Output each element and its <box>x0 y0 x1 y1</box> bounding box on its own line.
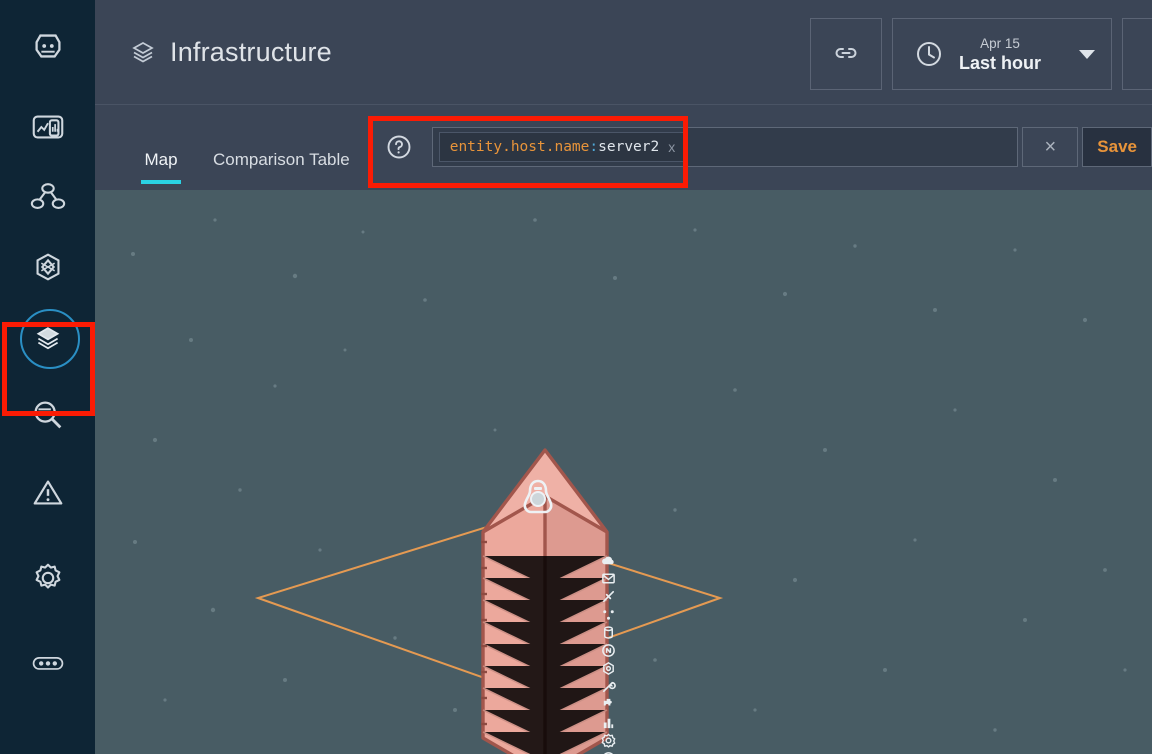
page-title-group: Infrastructure <box>130 37 332 68</box>
gear-cog-icon <box>601 733 616 748</box>
chart-icon <box>601 715 616 730</box>
question-circle-icon[interactable] <box>386 134 412 160</box>
query-input[interactable]: entity.host.name:server2 x <box>431 127 1019 167</box>
chevron-down-icon <box>1079 49 1095 59</box>
hexagon-burst-icon <box>29 248 67 286</box>
cloud-icon <box>601 553 616 568</box>
sidebar-item-assistant[interactable] <box>0 0 95 92</box>
tab-inactive-underline <box>261 180 301 184</box>
sidebar-item-search[interactable] <box>0 372 95 458</box>
clear-query-button[interactable]: × <box>1022 127 1079 167</box>
magnifier-icon <box>29 396 67 434</box>
warning-triangle-icon <box>29 474 67 512</box>
sidebar-item-more[interactable] <box>0 628 95 698</box>
primary-sidebar <box>0 0 95 754</box>
container-icon <box>601 661 616 676</box>
app-root: Infrastructure Apr 15 Last hour Map Comp… <box>0 0 1152 754</box>
dashboard-icon <box>29 108 67 146</box>
sidebar-item-services[interactable] <box>0 232 95 302</box>
sidebar-item-infrastructure[interactable] <box>0 302 95 372</box>
more-dots-icon <box>31 654 65 672</box>
puzzle-icon <box>601 697 616 712</box>
tab-map-label: Map <box>144 150 178 169</box>
query-chip-remove-icon[interactable]: x <box>668 140 675 154</box>
tab-map[interactable]: Map <box>125 104 197 190</box>
link-chain-icon <box>833 40 859 69</box>
query-chip-text: entity.host.name:server2 <box>450 139 660 155</box>
tool-icon <box>601 679 616 694</box>
time-range-text: Apr 15 Last hour <box>959 35 1041 74</box>
tab-active-underline <box>141 180 181 184</box>
header-overflow-edge <box>1122 18 1152 90</box>
gear-icon <box>29 559 67 597</box>
query-chip[interactable]: entity.host.name:server2 x <box>438 132 685 162</box>
service-icon-column <box>598 553 618 754</box>
save-button[interactable]: Save <box>1082 127 1152 167</box>
time-range-value: Last hour <box>958 52 1041 73</box>
sidebar-item-settings[interactable] <box>0 528 95 628</box>
time-range-date: Apr 15 <box>980 35 1020 51</box>
background-dots <box>131 218 1127 732</box>
database-icon <box>601 625 616 640</box>
view-tabs: Map Comparison Table <box>95 104 366 190</box>
page-header: Infrastructure Apr 15 Last hour <box>95 0 1152 104</box>
query-bar: entity.host.name:server2 x × Save <box>366 104 1152 190</box>
sidebar-item-dashboards[interactable] <box>0 92 95 162</box>
network-icon <box>601 607 616 622</box>
node-icon <box>601 643 616 658</box>
query-chip-value: server2 <box>598 139 660 155</box>
main-pane: Infrastructure Apr 15 Last hour Map Comp… <box>95 0 1152 754</box>
query-chip-colon: : <box>589 139 599 155</box>
copy-link-button[interactable] <box>809 18 882 90</box>
team-group-icon <box>29 178 67 216</box>
layers-icon <box>130 39 156 65</box>
view-toolbar: Map Comparison Table entity.host.name:se… <box>95 104 1152 190</box>
sidebar-item-teams[interactable] <box>0 162 95 232</box>
tab-comparison-table-label: Comparison Table <box>213 150 350 169</box>
query-chip-key: entity.host.name <box>449 139 590 155</box>
mail-icon <box>601 571 616 586</box>
time-range-picker[interactable]: Apr 15 Last hour <box>891 18 1112 90</box>
active-indicator-ring <box>19 309 80 369</box>
tab-comparison-table[interactable]: Comparison Table <box>197 104 366 190</box>
plug-icon <box>601 589 616 604</box>
header-actions: Apr 15 Last hour <box>809 18 1152 90</box>
robot-icon <box>29 27 67 65</box>
infrastructure-map-canvas[interactable]: Partner Training <box>95 190 1152 754</box>
clock-icon <box>915 40 943 68</box>
sidebar-item-alerts[interactable] <box>0 458 95 528</box>
linux-penguin-icon <box>520 478 556 518</box>
page-title: Infrastructure <box>170 36 332 67</box>
layers-icon <box>32 321 64 353</box>
